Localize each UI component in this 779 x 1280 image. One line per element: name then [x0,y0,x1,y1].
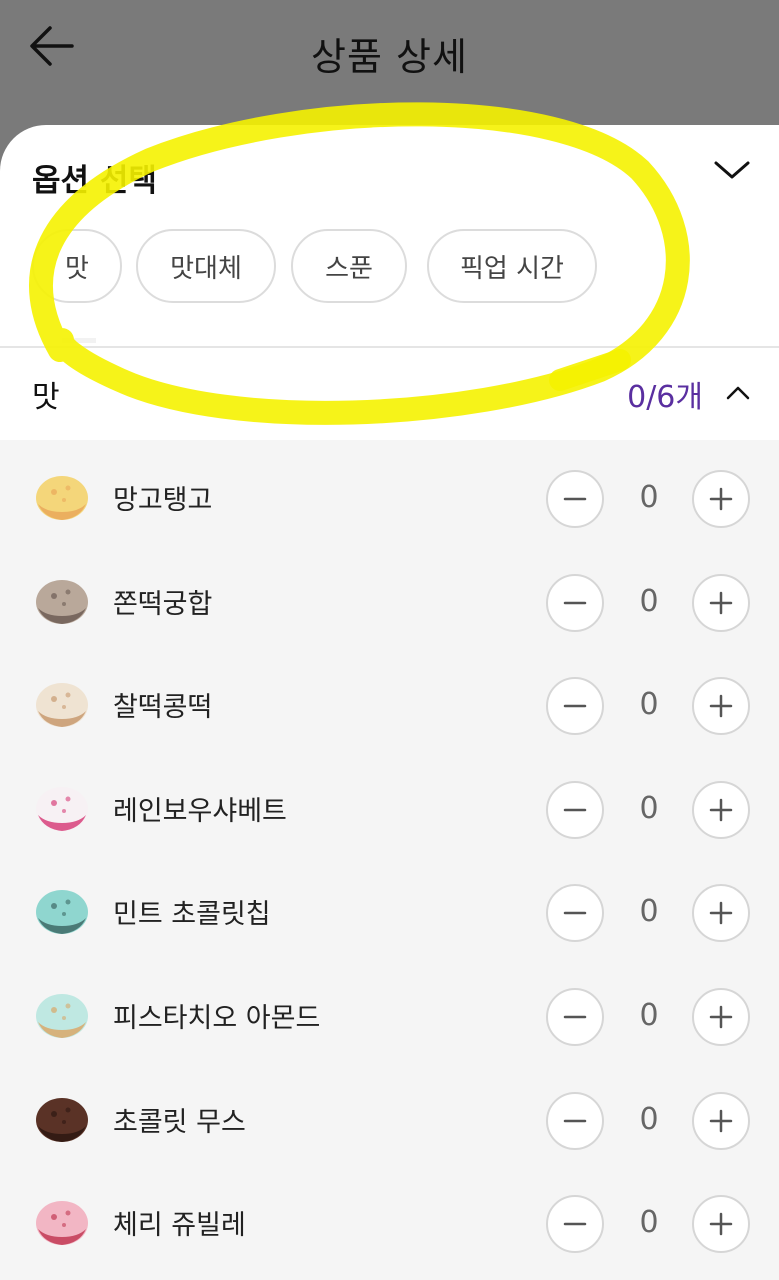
flavor-list: 망고탱고 0 쫀떡궁합 0 찰떡콩떡 0 레인보우샤베트 0 민트 초콜릿칩 0… [0,440,779,1280]
ice-cream-scoop-icon [36,994,88,1038]
option-select-title: 옵션 선택 [32,163,157,199]
minus-icon [563,911,587,915]
flavor-name: 피스타치오 아몬드 [113,1003,321,1034]
increase-button[interactable] [692,1195,750,1253]
flavor-name: 레인보우샤베트 [113,796,287,827]
quantity-value: 0 [639,894,659,929]
decrease-button[interactable] [546,574,604,632]
chip-spoon[interactable]: 스푼 [291,229,407,303]
ice-cream-scoop-icon [36,890,88,934]
plus-icon [709,798,733,822]
page-title: 상품 상세 [311,35,468,79]
decrease-button[interactable] [546,470,604,528]
increase-button[interactable] [692,781,750,839]
plus-icon [709,1109,733,1133]
increase-button[interactable] [692,574,750,632]
increase-button[interactable] [692,884,750,942]
flavor-row: 피스타치오 아몬드 0 [0,966,779,1070]
flavor-name: 체리 쥬빌레 [113,1210,246,1241]
minus-icon [563,704,587,708]
quantity-value: 0 [639,998,659,1033]
minus-icon [563,1222,587,1226]
flavor-name: 망고탱고 [113,485,213,516]
flavor-row: 망고탱고 0 [0,448,779,552]
plus-icon [709,694,733,718]
increase-button[interactable] [692,1092,750,1150]
plus-icon [709,1212,733,1236]
minus-icon [563,808,587,812]
flavor-name: 쫀떡궁합 [113,589,213,620]
flavor-row: 쫀떡궁합 0 [0,552,779,656]
flavor-row: 체리 쥬빌레 0 [0,1173,779,1277]
flavor-section-header[interactable]: 맛 0/6개 [0,348,779,440]
quantity-value: 0 [639,480,659,515]
quantity-value: 0 [639,584,659,619]
flavor-name: 초콜릿 무스 [113,1107,246,1138]
quantity-value: 0 [639,791,659,826]
flavor-name: 찰떡콩떡 [113,692,213,723]
section-toggle-button[interactable] [722,380,754,406]
decrease-button[interactable] [546,677,604,735]
chevron-up-icon [726,386,750,400]
minus-icon [563,1015,587,1019]
increase-button[interactable] [692,988,750,1046]
quantity-value: 0 [639,687,659,722]
decrease-button[interactable] [546,1092,604,1150]
chip-flavor-substitute[interactable]: 맛대체 [136,229,276,303]
flavor-name: 민트 초콜릿칩 [113,899,271,930]
flavor-row: 민트 초콜릿칩 0 [0,862,779,966]
chip-flavor[interactable]: 맛 [32,229,122,303]
chip-pickup-time[interactable]: 픽업 시간 [427,229,597,303]
decrease-button[interactable] [546,988,604,1046]
plus-icon [709,901,733,925]
ice-cream-scoop-icon [36,1201,88,1245]
chip-active-indicator [62,338,96,343]
increase-button[interactable] [692,470,750,528]
decrease-button[interactable] [546,884,604,942]
minus-icon [563,1119,587,1123]
chevron-down-icon [714,161,750,179]
plus-icon [709,591,733,615]
decrease-button[interactable] [546,781,604,839]
ice-cream-scoop-icon [36,787,88,831]
flavor-row: 찰떡콩떡 0 [0,655,779,759]
plus-icon [709,1005,733,1029]
minus-icon [563,601,587,605]
plus-icon [709,487,733,511]
flavor-row: 초콜릿 무스 0 [0,1070,779,1174]
flavor-row: 레인보우샤베트 0 [0,759,779,863]
ice-cream-scoop-icon [36,1098,88,1142]
section-label: 맛 [32,380,60,415]
ice-cream-scoop-icon [36,683,88,727]
top-bar: 상품 상세 [0,0,779,125]
ice-cream-scoop-icon [36,580,88,624]
quantity-value: 0 [639,1102,659,1137]
selection-count: 0/6개 [627,380,703,415]
increase-button[interactable] [692,677,750,735]
quantity-value: 0 [639,1205,659,1240]
ice-cream-scoop-icon [36,476,88,520]
minus-icon [563,497,587,501]
collapse-button[interactable] [712,155,752,185]
option-sheet: 옵션 선택 맛 맛대체 스푼 픽업 시간 맛 0/6개 망고탱고 0 쫀떡궁합 … [0,125,779,1280]
decrease-button[interactable] [546,1195,604,1253]
